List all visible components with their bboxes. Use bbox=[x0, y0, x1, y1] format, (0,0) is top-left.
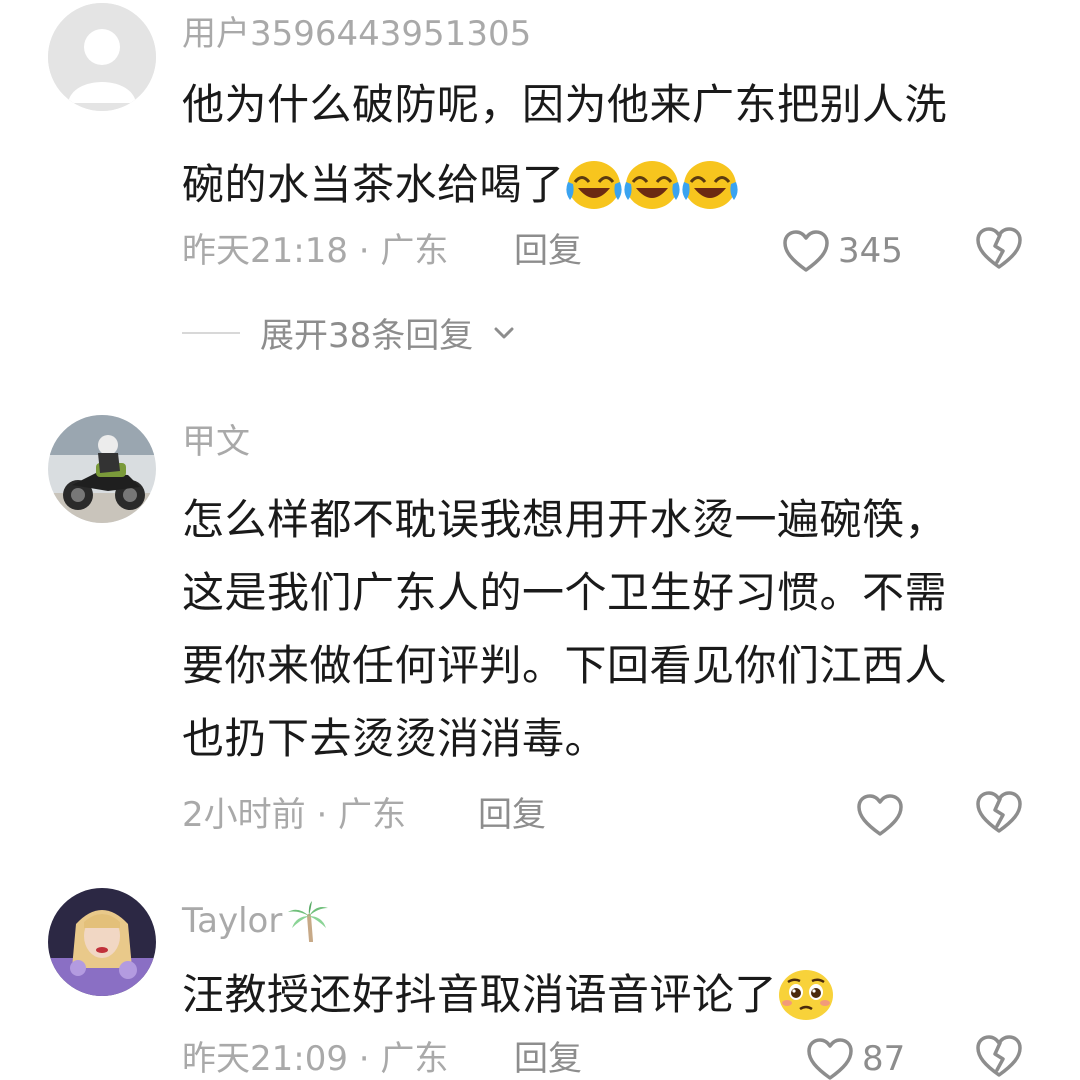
broken-heart-icon bbox=[976, 791, 1022, 833]
broken-heart-icon bbox=[976, 1035, 1022, 1077]
avatar[interactable] bbox=[48, 888, 156, 996]
divider bbox=[182, 331, 240, 334]
dislike-button[interactable] bbox=[975, 1034, 1025, 1080]
comment-text-line: 怎么样都不耽误我想用开水烫一遍碗筷， bbox=[182, 495, 948, 544]
reply-button[interactable]: 回复 bbox=[478, 798, 546, 832]
palm-tree-icon bbox=[288, 901, 329, 942]
comment-text-line: 也扔下去烫烫消消毒。 bbox=[182, 714, 608, 763]
laughing-crying-emoji bbox=[623, 158, 681, 217]
expand-replies-label: 展开38条回复 bbox=[260, 316, 474, 356]
like-count: 345 bbox=[838, 231, 903, 271]
avatar[interactable] bbox=[48, 415, 156, 523]
dislike-button[interactable] bbox=[975, 790, 1025, 840]
comment-list: 用户3596443951305 他为什么破防呢，因为他来广东把别人洗 碗的水当茶… bbox=[0, 0, 1080, 1080]
comment-item: 用户3596443951305 他为什么破防呢，因为他来广东把别人洗 碗的水当茶… bbox=[0, 0, 1080, 380]
like-button[interactable] bbox=[856, 790, 912, 840]
username-text: Taylor bbox=[182, 901, 283, 941]
comment-meta: 昨天21:09 · 广东 bbox=[182, 1039, 449, 1079]
comment-text: 汪教授还好抖音取消语音评论了 bbox=[182, 970, 778, 1019]
comment-text-line: 汪教授还好抖音取消语音评论了 bbox=[182, 967, 835, 1028]
comment-text-line: 碗的水当茶水给喝了 bbox=[182, 158, 739, 217]
like-count: 87 bbox=[862, 1039, 906, 1079]
motorcycle-avatar-image bbox=[48, 415, 156, 523]
heart-icon bbox=[782, 229, 830, 273]
expand-replies-button[interactable]: 展开38条回复 bbox=[182, 308, 515, 357]
default-avatar-icon bbox=[48, 3, 156, 111]
username[interactable]: 甲文 bbox=[182, 425, 250, 459]
chevron-down-icon bbox=[494, 327, 514, 338]
heart-icon bbox=[856, 793, 904, 837]
dislike-button[interactable] bbox=[975, 226, 1025, 276]
comment-text-line: 他为什么破防呢，因为他来广东把别人洗 bbox=[182, 80, 948, 129]
reply-button[interactable]: 回复 bbox=[514, 234, 582, 268]
like-button[interactable]: 345 bbox=[782, 226, 903, 276]
comment-text-line: 要你来做任何评判。下回看见你们江西人 bbox=[182, 641, 948, 690]
username[interactable]: Taylor bbox=[182, 900, 332, 942]
comment-item: 甲文 怎么样都不耽误我想用开水烫一遍碗筷， 这是我们广东人的一个卫生好习惯。不需… bbox=[0, 400, 1080, 860]
heart-icon bbox=[806, 1037, 854, 1080]
username[interactable]: 用户3596443951305 bbox=[182, 17, 531, 51]
comment-text-line: 这是我们广东人的一个卫生好习惯。不需 bbox=[182, 568, 948, 617]
comment-item: Taylor 汪教授还好抖音取消语音评论了 昨天21:09 · 广东 回复 87 bbox=[0, 870, 1080, 1080]
comment-meta: 昨天21:18 · 广东 bbox=[182, 231, 449, 271]
comment-meta: 2小时前 · 广东 bbox=[182, 795, 407, 835]
laughing-crying-emoji bbox=[681, 158, 739, 217]
broken-heart-icon bbox=[976, 227, 1022, 269]
laughing-crying-emoji bbox=[565, 158, 623, 217]
portrait-avatar-image bbox=[48, 888, 156, 996]
comment-text: 碗的水当茶水给喝了 bbox=[182, 160, 565, 209]
reply-button[interactable]: 回复 bbox=[514, 1042, 582, 1076]
avatar[interactable] bbox=[48, 3, 156, 111]
like-button[interactable]: 87 bbox=[806, 1034, 905, 1080]
pleading-face-emoji bbox=[777, 967, 835, 1028]
